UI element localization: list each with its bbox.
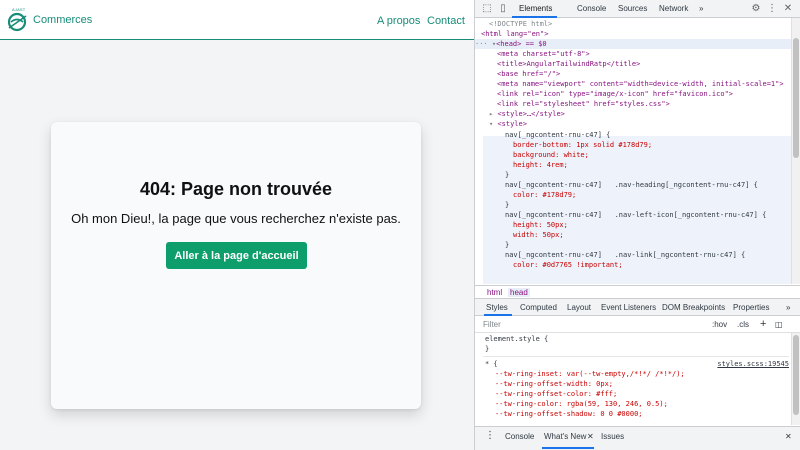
tab-properties[interactable]: Properties — [733, 303, 769, 312]
bottom-drawer: ⋮ Console What's New ✕ Issues ✕ — [475, 426, 800, 450]
style-rule[interactable]: element.style { — [485, 334, 548, 344]
rule-separator — [483, 356, 789, 357]
logo[interactable]: AJAST — [6, 6, 30, 34]
css-line[interactable]: height: 50px; — [513, 220, 791, 230]
drawer-menu-icon[interactable]: ⋮ — [485, 430, 495, 441]
brand-name[interactable]: Commerces — [33, 14, 92, 26]
scroll-thumb[interactable] — [793, 38, 799, 158]
active-drawer-indicator — [542, 447, 594, 449]
more-tabs-icon[interactable]: » — [786, 303, 790, 312]
device-toggle-icon[interactable]: ▯ — [497, 3, 509, 15]
css-line[interactable]: border-bottom: 1px solid #178d79; — [513, 140, 791, 150]
tab-dom-breakpoints[interactable]: DOM Breakpoints — [662, 303, 725, 312]
nav-link-about[interactable]: A propos — [377, 15, 420, 27]
style-source-link[interactable]: styles.scss:19545 — [717, 359, 789, 369]
dom-line[interactable]: <meta name="viewport" content="width=dev… — [497, 79, 791, 89]
tab-computed[interactable]: Computed — [520, 303, 557, 312]
new-rule-button[interactable]: + — [760, 318, 766, 330]
css-line[interactable]: color: #0d7765 !important; — [513, 260, 791, 270]
styles-scrollbar[interactable] — [791, 333, 800, 425]
devtools-panel: ⬚ ▯ Elements Console Sources Network » ⚙… — [475, 0, 800, 450]
dom-line[interactable]: <link rel="stylesheet" href="styles.css"… — [497, 99, 791, 109]
more-tabs-icon[interactable]: » — [699, 4, 703, 13]
close-icon[interactable]: ✕ — [782, 3, 794, 15]
tab-console[interactable]: Console — [577, 4, 606, 13]
css-line[interactable]: nav[_ngcontent-rnu-c47] { — [505, 130, 791, 140]
class-toggle-button[interactable]: .cls — [737, 320, 749, 329]
drawer-tab-whats-new[interactable]: What's New — [544, 432, 586, 441]
close-icon[interactable]: ✕ — [587, 432, 594, 441]
dom-line[interactable]: <!DOCTYPE html> — [489, 19, 791, 29]
css-line[interactable]: background: white; — [513, 150, 791, 160]
css-line[interactable]: } — [505, 170, 791, 180]
tab-elements[interactable]: Elements — [519, 4, 552, 13]
css-line[interactable]: } — [505, 200, 791, 210]
css-line[interactable]: } — [505, 240, 791, 250]
drawer-tab-console[interactable]: Console — [505, 432, 534, 441]
css-line[interactable]: height: 4rem; — [513, 160, 791, 170]
app-viewport: AJAST Commerces A propos Contact 404: Pa… — [0, 0, 474, 450]
dom-line[interactable]: ▸ <style>…</style> — [489, 109, 791, 119]
kebab-menu-icon[interactable]: ⋮ — [766, 3, 778, 15]
dom-line-text: <style>…</style> — [497, 110, 565, 118]
scroll-thumb[interactable] — [793, 335, 799, 415]
styles-pane: element.style { } * { styles.scss:19545 … — [475, 333, 791, 425]
filter-input[interactable] — [483, 318, 703, 331]
dom-line[interactable]: <link rel="icon" type="image/x-icon" hre… — [497, 89, 791, 99]
dom-line[interactable]: <meta charset="utf-8"> — [497, 49, 791, 59]
style-declaration[interactable]: --tw-ring-color: rgba(59, 130, 246, 0.5)… — [495, 399, 668, 409]
breadcrumb-html[interactable]: html — [485, 288, 504, 297]
nav-link-contact[interactable]: Contact — [427, 15, 465, 27]
tab-sources[interactable]: Sources — [618, 4, 647, 13]
devtools-tabbar: ⬚ ▯ Elements Console Sources Network » ⚙… — [475, 0, 800, 18]
hover-state-button[interactable]: :hov — [712, 320, 727, 329]
drawer-tab-issues[interactable]: Issues — [601, 432, 624, 441]
style-rule[interactable]: * { — [485, 359, 498, 369]
dom-line-selected[interactable]: ··· ▾<head> == $0 — [475, 39, 791, 49]
styles-subtabs: Styles Computed Layout Event Listeners D… — [475, 299, 800, 316]
style-declaration[interactable]: --tw-ring-offset-width: 0px; — [495, 379, 613, 389]
dom-line-text: <head> == $0 — [496, 40, 547, 48]
vertical-scrollbar[interactable] — [791, 18, 800, 284]
dom-line[interactable]: <title>AngularTailwindRatp</title> — [497, 59, 791, 69]
dom-tree: <!DOCTYPE html> <html lang="en"> ··· ▾<h… — [475, 18, 791, 284]
error-message: Oh mon Dieu!, la page que vous recherche… — [71, 211, 401, 226]
error-title: 404: Page non trouvée — [139, 179, 333, 199]
close-icon[interactable]: ✕ — [785, 432, 792, 441]
filter-bar: :hov .cls + ◫ — [475, 316, 800, 333]
breadcrumb-head[interactable]: head — [508, 288, 530, 297]
css-line[interactable]: nav[_ngcontent-rnu-c47] .nav-link[_ngcon… — [505, 250, 791, 260]
style-declaration[interactable]: --tw-ring-inset: var(--tw-empty,/*!*/ /*… — [495, 369, 685, 379]
css-line[interactable]: nav[_ngcontent-rnu-c47] .nav-left-icon[_… — [505, 210, 791, 220]
top-navbar: AJAST Commerces A propos Contact — [0, 0, 474, 40]
css-line[interactable]: nav[_ngcontent-rnu-c47] .nav-heading[_ng… — [505, 180, 791, 190]
dom-line[interactable]: <html lang="en"> — [481, 29, 791, 39]
logo-icon — [7, 12, 27, 32]
css-line[interactable]: width: 50px; — [513, 230, 791, 240]
dom-line[interactable]: ▾ <style> — [489, 119, 791, 129]
not-found-card: 404: Page non trouvée Oh mon Dieu!, la p… — [51, 122, 421, 409]
style-rule[interactable]: } — [485, 344, 489, 354]
breadcrumb: html head — [475, 285, 800, 299]
dom-line[interactable]: <base href="/"> — [497, 69, 791, 79]
tab-network[interactable]: Network — [659, 4, 688, 13]
style-declaration[interactable]: --tw-ring-offset-shadow: 0 0 #0000; — [495, 409, 643, 419]
computed-sidebar-icon[interactable]: ◫ — [775, 320, 783, 329]
home-button[interactable]: Aller à la page d'accueil — [166, 242, 307, 269]
inspect-icon[interactable]: ⬚ — [481, 3, 493, 15]
tab-styles[interactable]: Styles — [486, 303, 508, 312]
tab-event-listeners[interactable]: Event Listeners — [601, 303, 656, 312]
style-declaration[interactable]: --tw-ring-offset-color: #fff; — [495, 389, 617, 399]
gear-icon[interactable]: ⚙ — [750, 3, 762, 15]
dom-line-text: <style> — [497, 120, 527, 128]
tab-layout[interactable]: Layout — [567, 303, 591, 312]
css-line[interactable]: color: #178d79; — [513, 190, 791, 200]
